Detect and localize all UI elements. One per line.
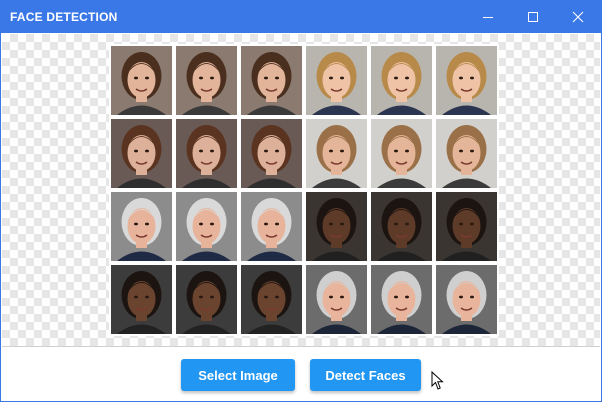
face-tile [176,192,237,261]
minimize-icon [483,17,493,18]
face-tile [371,265,432,334]
face-tile [306,46,367,115]
face-tile [241,265,302,334]
face-tile [436,119,497,188]
face-tile [241,192,302,261]
minimize-button[interactable] [465,1,511,33]
face-tile [241,46,302,115]
mouse-cursor-icon [431,371,444,390]
face-tile [306,192,367,261]
select-image-button[interactable]: Select Image [181,359,295,391]
face-tile [436,46,497,115]
window-title: FACE DETECTION [10,10,118,24]
face-tile [176,119,237,188]
loaded-image [109,44,499,336]
face-tile [306,265,367,334]
face-tile [436,265,497,334]
image-canvas [2,34,600,347]
maximize-icon [528,12,538,22]
face-tile [371,192,432,261]
detect-faces-button[interactable]: Detect Faces [310,359,421,391]
face-tile [111,119,172,188]
face-tile [241,119,302,188]
face-tile [306,119,367,188]
face-tile [176,46,237,115]
face-tile [176,265,237,334]
face-tile [111,265,172,334]
title-bar[interactable]: FACE DETECTION [1,1,601,33]
face-tile [371,119,432,188]
face-tile [436,192,497,261]
face-tile [111,192,172,261]
maximize-button[interactable] [510,1,556,33]
face-tile [371,46,432,115]
close-button[interactable] [555,1,601,33]
app-window: FACE DETECTION Select Image Detect Faces [0,0,602,402]
close-icon [572,11,584,23]
face-tile [111,46,172,115]
